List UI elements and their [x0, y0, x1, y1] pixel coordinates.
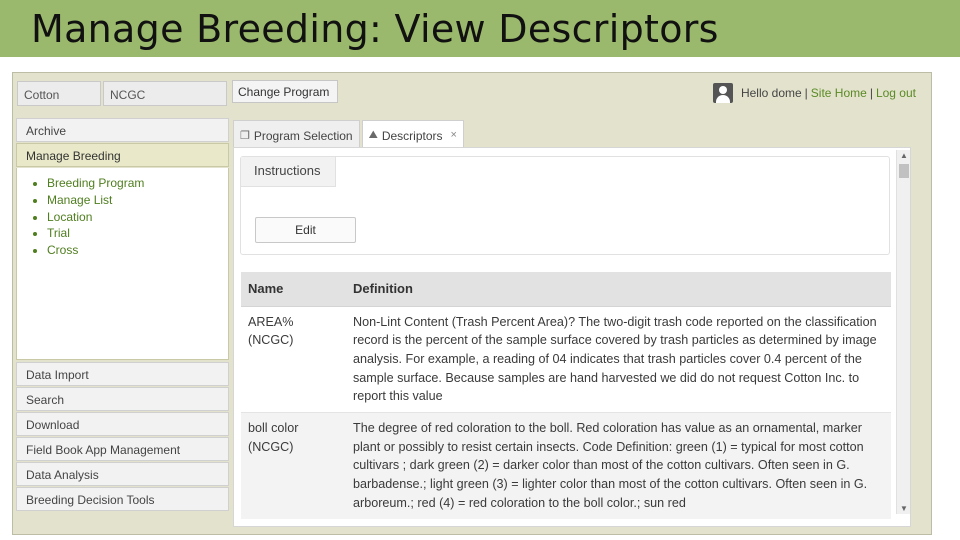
sidebar-item-data-import[interactable]: Data Import	[16, 362, 229, 386]
user-area: Hello dome | Site Home | Log out	[712, 83, 916, 103]
close-icon[interactable]: ×	[451, 129, 457, 141]
vertical-scrollbar[interactable]: ▲ ▼	[896, 150, 910, 514]
logout-link[interactable]: Log out	[876, 86, 916, 100]
submenu-manage-list[interactable]: Manage List	[47, 192, 228, 209]
top-bar: Cotton NCGC Change Program Hello dome | …	[12, 72, 932, 118]
column-header-name[interactable]: Name	[241, 272, 346, 307]
tab-bar: ❐ Program Selection ⛰ Descriptors ×	[233, 120, 466, 148]
descriptors-content: Instructions Edit Name Definition AREA% …	[233, 147, 911, 527]
table-row[interactable]: boll color (NCGC) The degree of red colo…	[241, 412, 891, 519]
tab-label: Program Selection	[253, 129, 353, 143]
scroll-down-icon[interactable]: ▼	[900, 504, 908, 513]
change-program-button[interactable]: Change Program	[232, 80, 338, 103]
tab-descriptors[interactable]: ⛰ Descriptors ×	[361, 120, 464, 148]
scroll-up-icon[interactable]: ▲	[900, 151, 908, 160]
sidebar-item-download[interactable]: Download	[16, 412, 229, 436]
instructions-tab[interactable]: Instructions	[241, 157, 336, 187]
scroll-thumb[interactable]	[899, 164, 909, 178]
sidebar-item-manage-breeding[interactable]: Manage Breeding	[16, 143, 229, 167]
submenu-breeding-program[interactable]: Breeding Program	[47, 175, 228, 192]
submenu-location[interactable]: Location	[47, 209, 228, 226]
manage-breeding-panel: Breeding Program Manage List Location Tr…	[16, 168, 229, 360]
crop-select[interactable]: Cotton	[17, 81, 101, 106]
instructions-panel: Instructions Edit	[240, 156, 890, 255]
slide-header-bar: Manage Breeding: View Descriptors	[0, 0, 960, 57]
edit-button[interactable]: Edit	[255, 217, 356, 243]
descriptor-name: AREA% (NCGC)	[241, 306, 346, 414]
sidebar-item-data-analysis[interactable]: Data Analysis	[16, 462, 229, 486]
greeting-text: Hello dome	[740, 86, 802, 100]
tab-label: Descriptors	[381, 129, 443, 143]
separator: |	[869, 86, 873, 100]
sidebar-item-search[interactable]: Search	[16, 387, 229, 411]
sidebar: Archive Manage Breeding Breeding Program…	[16, 118, 229, 512]
sidebar-item-field-book[interactable]: Field Book App Management	[16, 437, 229, 461]
tab-program-selection[interactable]: ❐ Program Selection	[233, 120, 360, 148]
program-select[interactable]: NCGC	[103, 81, 227, 106]
window-icon: ❐	[240, 130, 250, 142]
descriptor-definition: Non-Lint Content (Trash Percent Area)? T…	[346, 306, 891, 414]
site-home-link[interactable]: Site Home	[811, 86, 867, 100]
sidebar-item-archive[interactable]: Archive	[16, 118, 229, 142]
submenu-trial[interactable]: Trial	[47, 225, 228, 242]
submenu-cross[interactable]: Cross	[47, 242, 228, 259]
avatar-icon	[712, 83, 733, 103]
sidebar-item-breeding-decision-tools[interactable]: Breeding Decision Tools	[16, 487, 229, 511]
descriptor-definition: The degree of red coloration to the boll…	[346, 412, 891, 519]
descriptor-name: boll color (NCGC)	[241, 412, 346, 519]
descriptors-icon: ⛰	[368, 129, 378, 141]
separator: |	[804, 86, 808, 100]
column-header-definition[interactable]: Definition	[346, 272, 891, 307]
slide-title: Manage Breeding: View Descriptors	[31, 7, 719, 51]
table-row[interactable]: AREA% (NCGC) Non-Lint Content (Trash Per…	[241, 306, 891, 414]
descriptors-table: Name Definition AREA% (NCGC) Non-Lint Co…	[241, 272, 891, 519]
